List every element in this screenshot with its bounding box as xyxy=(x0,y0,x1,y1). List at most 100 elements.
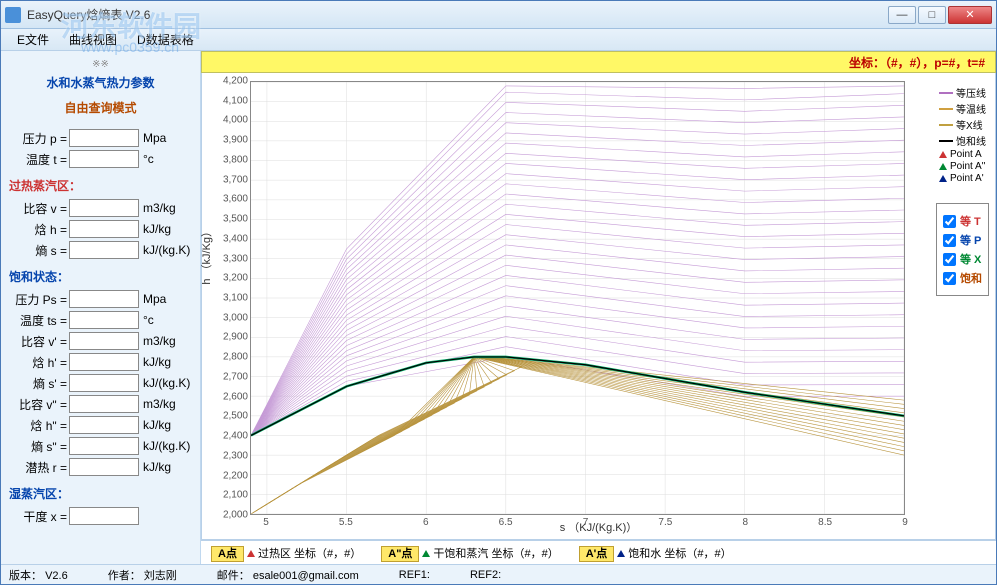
input-sp[interactable] xyxy=(69,374,139,392)
input-r[interactable] xyxy=(69,458,139,476)
legend-isobar: 等压线 xyxy=(956,85,986,100)
chart-footer: A点 过热区 坐标（#，#） A"点 干饱和蒸汽 坐标（#，#） A'点 饱和水 坐标… xyxy=(201,540,996,564)
label-vpp: 比容 v" = xyxy=(9,396,69,413)
field-temperature: 温度 t = °c xyxy=(9,150,192,168)
menu-curve-view[interactable]: 曲线视图 xyxy=(59,29,127,50)
checkbox-sat[interactable] xyxy=(943,272,956,285)
input-t[interactable] xyxy=(69,150,139,168)
query-mode-label: 自由查询模式 xyxy=(9,95,192,126)
status-version: V2.6 xyxy=(45,570,68,582)
chart-body: h （kJ/Kg） 2,0002,1002,2002,3002,4002,500… xyxy=(201,73,996,540)
legend-point-a: Point A xyxy=(950,149,982,160)
legend-isotherm: 等温线 xyxy=(956,101,986,116)
label-ts: 温度 ts = xyxy=(9,312,69,329)
menu-file[interactable]: E文件 xyxy=(7,29,59,50)
label-h: 焓 h = xyxy=(9,221,69,238)
input-ps[interactable] xyxy=(69,290,139,308)
statusbar: 版本： V2.6 作者： 刘志刚 邮件： esale001@gmail.com … xyxy=(1,564,996,584)
sidebar-title: 水和水蒸气热力参数 xyxy=(9,70,192,95)
input-hpp[interactable] xyxy=(69,416,139,434)
legend: 等压线 等温线 等X线 饱和线 Point A Point A" Point A… xyxy=(936,81,989,188)
input-ts[interactable] xyxy=(69,311,139,329)
point-ap-text: 饱和水 坐标（#，#） xyxy=(628,548,731,560)
label-x: 干度 x = xyxy=(9,508,69,525)
chart-area: 坐标：（#，#），p=#，t=# h （kJ/Kg） 2,0002,1002,2… xyxy=(201,51,996,564)
window-buttons: — □ ✕ xyxy=(888,6,992,24)
input-p[interactable] xyxy=(69,129,139,147)
plot-region[interactable] xyxy=(250,81,905,515)
app-icon xyxy=(5,7,21,23)
status-mail-label: 邮件： xyxy=(217,570,250,582)
label-vp: 比容 v' = xyxy=(9,333,69,350)
status-author: 刘志刚 xyxy=(144,570,177,582)
badge-point-a: A点 xyxy=(211,546,244,562)
y-axis: 2,0002,1002,2002,3002,4002,5002,6002,700… xyxy=(202,81,250,515)
input-vp[interactable] xyxy=(69,332,139,350)
section-superheat: 过热蒸汽区： xyxy=(9,171,192,196)
plot-wrap: h （kJ/Kg） 2,0002,1002,2002,3002,4002,500… xyxy=(202,73,995,539)
section-saturation: 饱和状态： xyxy=(9,262,192,287)
input-s[interactable] xyxy=(69,241,139,259)
input-spp[interactable] xyxy=(69,437,139,455)
label-t: 温度 t = xyxy=(9,151,69,168)
label-ps: 压力 Ps = xyxy=(9,291,69,308)
menu-data-table[interactable]: D数据表格 xyxy=(127,29,204,50)
unit-v: m3/kg xyxy=(143,201,176,215)
marker-ap-icon xyxy=(617,550,625,557)
point-app-text: 干饱和蒸汽 坐标（#，#） xyxy=(433,548,558,560)
status-ref2: REF2: xyxy=(470,569,501,581)
check-isotherm[interactable]: 等 T xyxy=(943,213,982,229)
label-spp: 熵 s" = xyxy=(9,438,69,455)
menubar: E文件 曲线视图 D数据表格 xyxy=(1,29,996,51)
input-vpp[interactable] xyxy=(69,395,139,413)
window-title: EasyQuery焓熵表 V2.6 xyxy=(27,6,888,23)
checkbox-t[interactable] xyxy=(943,215,956,228)
label-r: 潜热 r = xyxy=(9,459,69,476)
badge-point-a-prime: A'点 xyxy=(579,546,615,562)
status-version-label: 版本： xyxy=(9,570,42,582)
chart-header: 坐标：（#，#），p=#，t=# xyxy=(201,51,996,73)
maximize-button[interactable]: □ xyxy=(918,6,946,24)
series-toggle-panel: 等 T 等 P 等 X 饱和 xyxy=(936,203,989,296)
input-hp[interactable] xyxy=(69,353,139,371)
point-a-text: 过热区 坐标（#，#） xyxy=(258,548,361,560)
input-v[interactable] xyxy=(69,199,139,217)
marker-a-icon xyxy=(247,550,255,557)
plot-svg xyxy=(251,82,904,514)
status-mail: esale001@gmail.com xyxy=(253,570,359,582)
content-area: ※※ 水和水蒸气热力参数 自由查询模式 压力 p = Mpa 温度 t = °c… xyxy=(1,51,996,564)
app-window: EasyQuery焓熵表 V2.6 — □ ✕ E文件 曲线视图 D数据表格 河… xyxy=(0,0,997,585)
close-button[interactable]: ✕ xyxy=(948,6,992,24)
field-pressure: 压力 p = Mpa xyxy=(9,129,192,147)
checkbox-p[interactable] xyxy=(943,234,956,247)
section-wet: 湿蒸汽区： xyxy=(9,479,192,504)
titlebar: EasyQuery焓熵表 V2.6 — □ ✕ xyxy=(1,1,996,29)
badge-point-a-dprime: A"点 xyxy=(381,546,419,562)
label-hpp: 焓 h" = xyxy=(9,417,69,434)
x-axis-label: s （KJ/(Kg.K)） xyxy=(560,519,638,535)
label-p: 压力 p = xyxy=(9,130,69,147)
legend-isox: 等X线 xyxy=(956,117,983,132)
checkbox-x[interactable] xyxy=(943,253,956,266)
label-s: 熵 s = xyxy=(9,242,69,259)
unit-p: Mpa xyxy=(143,131,166,145)
marker-app-icon xyxy=(422,550,430,557)
legend-point-a-prime: Point A' xyxy=(950,173,984,184)
label-sp: 熵 s' = xyxy=(9,375,69,392)
check-isox[interactable]: 等 X xyxy=(943,251,982,267)
input-h[interactable] xyxy=(69,220,139,238)
label-hp: 焓 h' = xyxy=(9,354,69,371)
check-isobar[interactable]: 等 P xyxy=(943,232,982,248)
label-v: 比容 v = xyxy=(9,200,69,217)
sidebar: ※※ 水和水蒸气热力参数 自由查询模式 压力 p = Mpa 温度 t = °c… xyxy=(1,51,201,564)
input-x[interactable] xyxy=(69,507,139,525)
status-ref1: REF1: xyxy=(399,569,430,581)
check-saturation[interactable]: 饱和 xyxy=(943,270,982,286)
legend-point-a-dprime: Point A" xyxy=(950,161,985,172)
coord-readout: 坐标：（#，#），p=#，t=# xyxy=(849,54,985,71)
legend-sat: 饱和线 xyxy=(956,133,986,148)
unit-t: °c xyxy=(143,152,154,166)
status-author-label: 作者： xyxy=(108,570,141,582)
unit-s: kJ/(kg.K) xyxy=(143,243,190,257)
minimize-button[interactable]: — xyxy=(888,6,916,24)
